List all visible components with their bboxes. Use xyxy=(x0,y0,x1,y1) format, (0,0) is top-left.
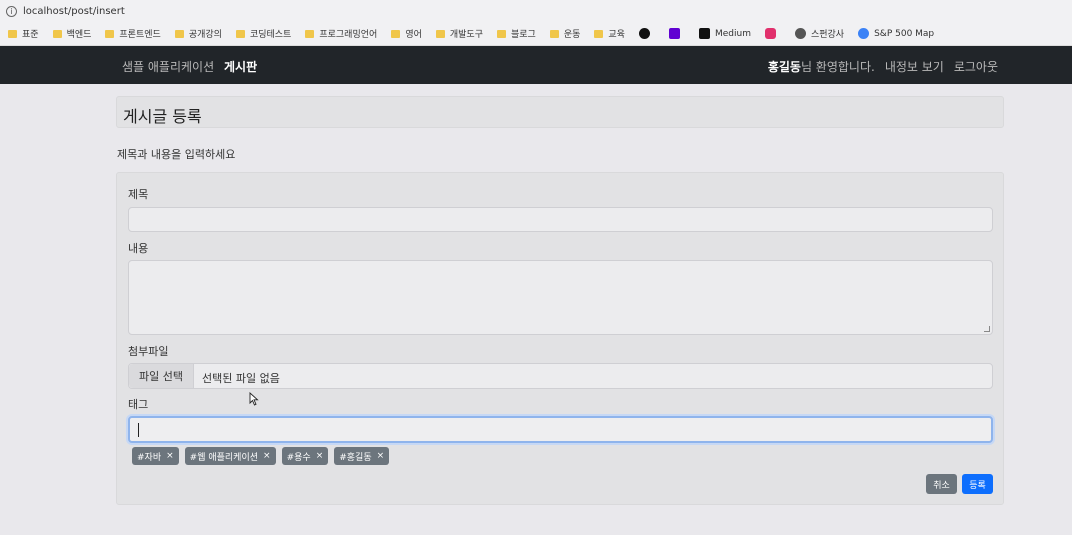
folder-icon xyxy=(8,29,17,38)
folder-icon xyxy=(435,29,445,38)
title-input[interactable] xyxy=(128,207,993,232)
logout-link[interactable]: 로그아웃 xyxy=(954,58,998,75)
tag-chip: #홍길동 × xyxy=(334,447,390,465)
tag-list: #자바 × #웹 애플리케이션 × #용수 × #홍길동 × xyxy=(132,447,390,465)
bookmark-education[interactable]: 교육 xyxy=(594,27,625,40)
instagram-icon xyxy=(764,28,776,39)
bookmark-open-lectures[interactable]: 공개강의 xyxy=(174,27,222,40)
form-guide-text: 제목과 내용을 입력하세요 xyxy=(117,148,236,161)
tag-text: #홍길동 xyxy=(339,452,372,463)
url-text[interactable]: localhost/post/insert xyxy=(23,6,125,17)
user-name: 홍길동 xyxy=(767,60,801,74)
yahoo-icon xyxy=(668,28,680,39)
folder-icon xyxy=(52,29,62,38)
cancel-button[interactable]: 취소 xyxy=(926,474,957,494)
bookmark-dev-tools[interactable]: 개발도구 xyxy=(435,27,483,40)
folder-icon xyxy=(497,29,506,38)
tag-label: 태그 xyxy=(128,398,149,411)
tag-remove-icon[interactable]: × xyxy=(377,451,385,461)
my-info-link[interactable]: 내정보 보기 xyxy=(885,58,944,75)
medium-icon xyxy=(698,28,710,39)
nav-user-area: 홍길동님 환영합니다. 내정보 보기 로그아웃 xyxy=(768,58,998,75)
bookmarks-bar: 표준 백엔드 프론트엔드 공개강의 코딩테스트 프로그래밍언어 영어 개발도구 … xyxy=(0,22,1072,46)
tag-remove-icon[interactable]: × xyxy=(316,451,324,461)
text-caret xyxy=(138,423,139,437)
tag-chip: #용수 × xyxy=(281,447,329,465)
info-icon[interactable]: i xyxy=(6,5,17,17)
folder-icon xyxy=(235,29,245,38)
welcome-text: 홍길동님 환영합니다. xyxy=(768,58,875,75)
tag-text: #웹 애플리케이션 xyxy=(189,452,259,463)
tag-chip: #자바 × xyxy=(132,447,179,465)
tag-chip: #웹 애플리케이션 × xyxy=(184,447,276,465)
bookmark-medium[interactable]: Medium xyxy=(698,28,751,39)
github-icon xyxy=(638,28,650,39)
title-label: 제목 xyxy=(128,188,149,201)
bookmark-backend[interactable]: 백엔드 xyxy=(52,27,91,40)
navbar: 샘플 애플리케이션 게시판 홍길동님 환영합니다. 내정보 보기 로그아웃 xyxy=(0,46,1072,84)
nav-board-link[interactable]: 게시판 xyxy=(224,58,257,75)
bookmark-blog[interactable]: 블로그 xyxy=(497,27,536,40)
map-icon xyxy=(858,28,870,39)
bookmark-frontend[interactable]: 프론트엔드 xyxy=(105,27,161,40)
welcome-suffix: 님 환영합니다. xyxy=(800,60,875,74)
bookmark-coding-test[interactable]: 코딩테스트 xyxy=(235,27,291,40)
file-label: 첨부파일 xyxy=(128,345,169,358)
tag-text: #용수 xyxy=(286,452,311,463)
globe-icon xyxy=(794,28,806,39)
folder-icon xyxy=(305,29,315,38)
content-textarea[interactable] xyxy=(128,260,993,335)
bookmark-standard[interactable]: 표준 xyxy=(8,27,39,40)
bookmark-github[interactable] xyxy=(638,28,655,39)
page-title-box: 게시글 등록 xyxy=(116,96,1004,128)
bookmark-programming-languages[interactable]: 프로그래밍언어 xyxy=(305,27,377,40)
post-form: 제목 내용 첨부파일 파일 선택 선택된 파일 없음 태그 #자바 × #웹 애플… xyxy=(116,172,1004,505)
folder-icon xyxy=(391,29,401,38)
bookmark-english[interactable]: 영어 xyxy=(391,27,422,40)
folder-icon xyxy=(105,29,115,38)
tag-input[interactable] xyxy=(128,416,993,443)
folder-icon xyxy=(549,29,559,38)
tag-remove-icon[interactable]: × xyxy=(263,451,271,461)
bookmark-yahoo[interactable] xyxy=(668,28,685,39)
tag-remove-icon[interactable]: × xyxy=(166,451,174,461)
folder-icon xyxy=(174,29,184,38)
bookmark-lecturer[interactable]: 스펀강사 xyxy=(794,27,844,40)
bookmark-sp500-map[interactable]: S&P 500 Map xyxy=(858,28,934,39)
bookmark-exercise[interactable]: 운동 xyxy=(549,27,580,40)
file-input[interactable]: 파일 선택 선택된 파일 없음 xyxy=(128,363,993,389)
tag-text: #자바 xyxy=(137,452,162,463)
resize-handle-icon[interactable] xyxy=(984,326,990,332)
mouse-pointer-icon xyxy=(249,392,259,406)
file-status-text: 선택된 파일 없음 xyxy=(202,372,280,385)
content-label: 내용 xyxy=(128,242,149,255)
submit-button[interactable]: 등록 xyxy=(962,474,993,494)
page-title: 게시글 등록 xyxy=(123,107,202,126)
bookmark-instagram[interactable] xyxy=(764,28,781,39)
folder-icon xyxy=(594,29,604,38)
browser-url-bar[interactable]: i localhost/post/insert xyxy=(0,0,1072,22)
brand-link[interactable]: 샘플 애플리케이션 xyxy=(122,58,214,75)
file-select-button[interactable]: 파일 선택 xyxy=(129,364,194,388)
